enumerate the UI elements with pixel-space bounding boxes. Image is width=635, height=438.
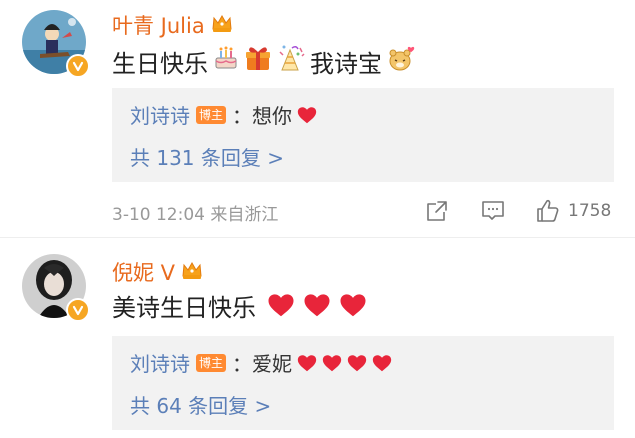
reply-hearts	[296, 352, 393, 374]
birthday-cake-icon	[212, 44, 240, 78]
like-count: 1758	[568, 201, 612, 221]
heart-icon	[297, 354, 317, 371]
reply-author[interactable]: 刘诗诗	[130, 348, 190, 377]
verified-icon	[66, 298, 90, 322]
reply-line: 刘诗诗 博主 ：想你	[130, 100, 318, 129]
heart-icon	[347, 354, 367, 371]
reply-text: ：爱妮	[232, 352, 293, 376]
comment-icon	[482, 201, 504, 220]
reply-line: 刘诗诗 博主 ：爱妮	[130, 348, 393, 377]
timestamp-location: 3-10 12:04 来自浙江	[112, 205, 279, 225]
host-badge: 博主	[196, 353, 227, 372]
username[interactable]: 倪妮 V	[112, 257, 203, 287]
comment-text: 美诗生日快乐	[112, 288, 368, 322]
host-badge: 博主	[196, 105, 227, 124]
username-text[interactable]: 叶青 Julia	[112, 10, 205, 40]
comment-item: 倪妮 V 美诗生日快乐 刘诗诗 博主 ：爱妮 共 64 条回复 >	[0, 238, 635, 438]
hamster-heart-icon	[386, 44, 416, 78]
comment-text-main: 生日快乐	[112, 49, 208, 78]
username-text[interactable]: 倪妮 V	[112, 257, 175, 287]
reply-text: ：想你	[232, 104, 293, 128]
reply-box[interactable]: 刘诗诗 博主 ：想你 共 131 条回复 >	[112, 88, 614, 182]
like-icon	[537, 199, 559, 222]
heart-icon	[340, 294, 366, 317]
heart-icon	[372, 354, 392, 371]
comment-item: 叶青 Julia 生日快乐 我诗宝 刘诗诗 博主 ：想你 共 131 条回复 >…	[0, 0, 635, 238]
heart-icon	[322, 354, 342, 371]
crown-icon	[211, 13, 233, 38]
like-button[interactable]: 1758	[534, 196, 611, 226]
gift-icon	[244, 44, 272, 78]
party-popper-icon	[276, 44, 306, 78]
username[interactable]: 叶青 Julia	[112, 10, 233, 40]
reply-count-link[interactable]: 共 131 条回复 >	[130, 142, 284, 171]
comment-text-main: 美诗生日快乐	[112, 293, 256, 322]
heart-icon	[268, 294, 294, 317]
comment-hearts	[266, 290, 368, 320]
share-button[interactable]	[424, 196, 450, 226]
reply-button[interactable]	[480, 196, 506, 226]
comment-meta: 3-10 12:04 来自浙江 1758	[112, 196, 615, 226]
reply-author[interactable]: 刘诗诗	[130, 100, 190, 129]
comment-text: 生日快乐 我诗宝	[112, 44, 416, 78]
share-icon	[427, 201, 447, 221]
reply-count-link[interactable]: 共 64 条回复 >	[130, 390, 271, 419]
verified-icon	[66, 54, 90, 78]
reply-hearts	[296, 104, 318, 126]
crown-icon	[181, 260, 203, 285]
avatar[interactable]	[22, 10, 90, 78]
heart-icon	[297, 106, 317, 123]
reply-box[interactable]: 刘诗诗 博主 ：爱妮 共 64 条回复 >	[112, 336, 614, 430]
heart-icon	[304, 294, 330, 317]
comment-text-suffix: 我诗宝	[310, 49, 382, 78]
avatar[interactable]	[22, 254, 90, 322]
